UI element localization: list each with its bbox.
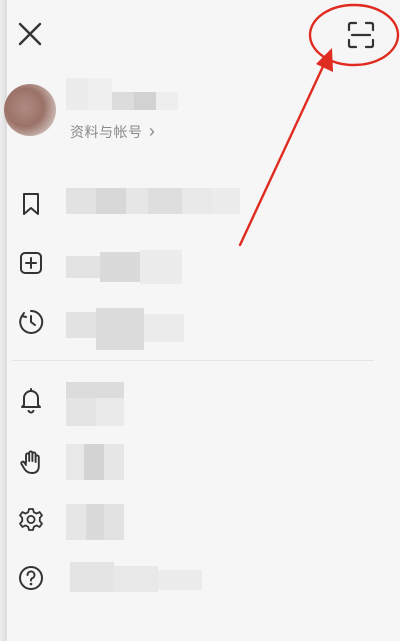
menu-label-blurred [66, 250, 182, 284]
annotation-overlay [238, 3, 400, 247]
bookmark-icon [23, 193, 39, 215]
add-square-icon [20, 252, 42, 274]
history-menu-item[interactable] [15, 306, 47, 338]
menu-label-blurred [66, 188, 240, 214]
menu-divider [12, 360, 374, 361]
chevron-right-icon: › [148, 121, 156, 141]
scan-icon [347, 21, 375, 49]
bell-icon [21, 388, 41, 414]
menu-label-blurred [66, 504, 124, 540]
avatar[interactable] [4, 84, 56, 136]
menu-label-blurred [66, 382, 124, 426]
annotation-arrowhead [316, 48, 333, 72]
menu-label-blurred [70, 562, 202, 592]
profile-link-label: 资料与帐号 [70, 124, 143, 140]
close-button[interactable] [14, 18, 46, 50]
gear-icon [19, 508, 43, 531]
create-menu-item[interactable] [15, 247, 47, 279]
screen-edge [0, 0, 7, 641]
annotation-arrow [238, 58, 328, 247]
scan-button[interactable] [344, 18, 378, 52]
username-blurred [66, 78, 178, 110]
help-icon [19, 566, 43, 590]
close-icon [18, 22, 42, 46]
notifications-menu-item[interactable] [15, 383, 47, 415]
clock-icon [19, 309, 44, 334]
menu-label-blurred [66, 308, 184, 350]
bookmark-menu-item[interactable] [15, 188, 47, 220]
privacy-menu-item[interactable] [15, 446, 47, 478]
menu-label-blurred [66, 444, 124, 480]
profile-account-link[interactable]: 资料与帐号 › [70, 121, 155, 142]
hand-icon [20, 450, 40, 474]
settings-menu-item[interactable] [15, 504, 47, 536]
help-menu-item[interactable] [15, 562, 47, 594]
